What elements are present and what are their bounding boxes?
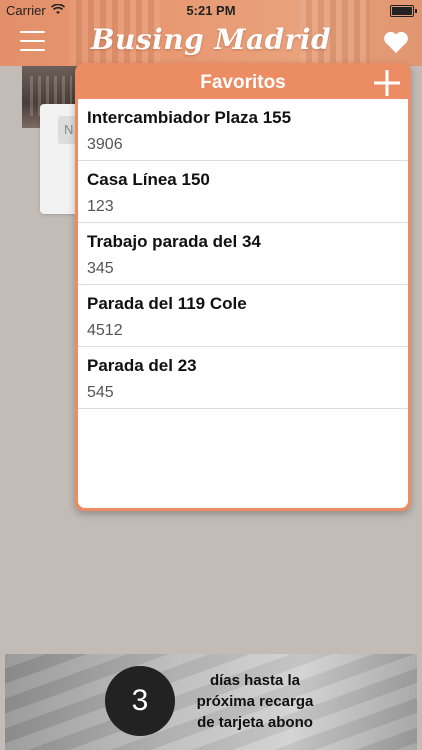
banner-line: días hasta la	[209, 672, 301, 689]
banner-line: próxima recarga	[196, 693, 314, 710]
favorite-stop-code: 4512	[87, 322, 123, 339]
favorite-name: Intercambiador Plaza 155	[87, 108, 292, 127]
favorite-item[interactable]: Parada del 119 Cole 4512	[78, 285, 408, 347]
heart-icon[interactable]	[383, 30, 409, 54]
battery-icon	[390, 5, 417, 17]
days-counter: 3	[105, 666, 175, 736]
header-bar: Carrier 5:21 PM Busing Madrid	[0, 0, 422, 66]
favorite-item[interactable]: Parada del 23 545	[78, 347, 408, 409]
favorite-item[interactable]: Trabajo parada del 34 345	[78, 223, 408, 285]
favorite-stop-code: 345	[87, 260, 114, 277]
status-bar: Carrier 5:21 PM	[0, 0, 422, 20]
favorite-item[interactable]: Casa Línea 150 123	[78, 161, 408, 223]
favorites-popup: Favoritos Intercambiador Plaza 155 3906 …	[75, 63, 411, 511]
status-time: 5:21 PM	[186, 3, 236, 18]
favorite-stop-code: 123	[87, 198, 114, 215]
favorite-stop-code: 545	[87, 384, 114, 401]
app-title: Busing Madrid	[90, 23, 332, 56]
favorite-item[interactable]: Intercambiador Plaza 155 3906	[78, 99, 408, 161]
popup-title: Favoritos	[200, 72, 286, 93]
favorites-list: Intercambiador Plaza 155 3906 Casa Línea…	[78, 99, 408, 508]
favorite-stop-code: 3906	[87, 136, 123, 153]
favorite-name: Parada del 23	[87, 356, 197, 375]
plus-icon[interactable]	[373, 69, 401, 97]
favorite-name: Trabajo parada del 34	[87, 232, 261, 251]
recharge-banner[interactable]: 3 días hasta la próxima recarga de tarje…	[5, 654, 417, 750]
banner-message: días hasta la próxima recarga de tarjeta…	[189, 670, 321, 733]
favorite-name: Casa Línea 150	[87, 170, 210, 189]
favorite-name: Parada del 119 Cole	[87, 294, 247, 313]
banner-line: de tarjeta abono	[197, 714, 313, 731]
